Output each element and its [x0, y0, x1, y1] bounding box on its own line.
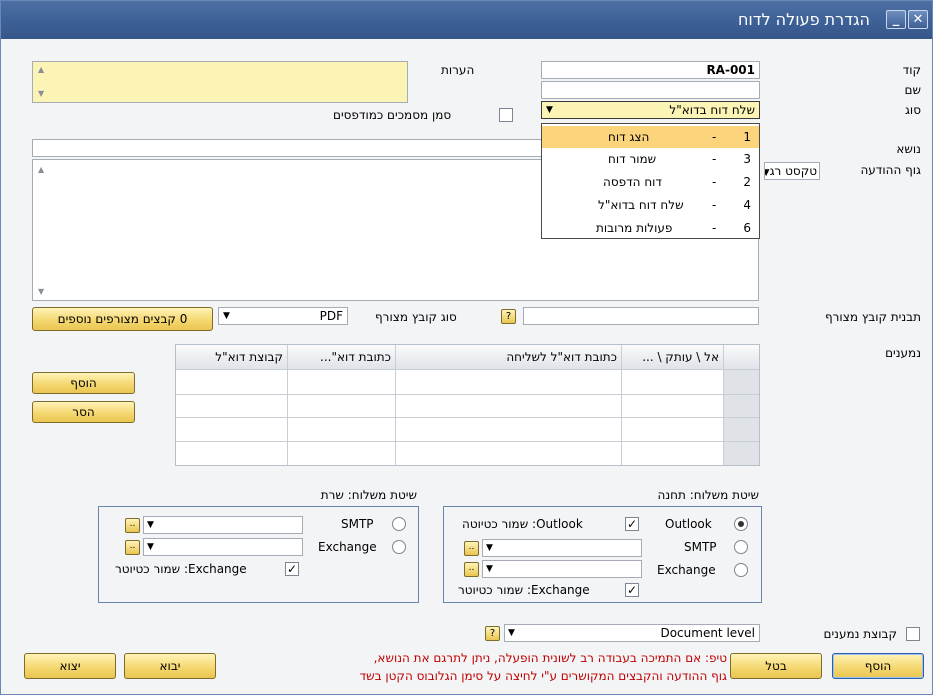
- remove-row-button[interactable]: הסר: [32, 401, 135, 423]
- server-exchange-browse-button[interactable]: ..: [125, 540, 140, 555]
- code-field[interactable]: RA-001: [541, 61, 760, 79]
- station-smtp-select[interactable]: [482, 539, 642, 557]
- station-smtp-label: SMTP: [684, 540, 717, 554]
- attach-template-label: תבנית קובץ מצורף: [824, 310, 921, 324]
- dropdown-item[interactable]: דוח הדפסה - 2: [542, 171, 759, 193]
- server-smtp-select[interactable]: [143, 516, 303, 534]
- notes-textarea[interactable]: [32, 61, 408, 103]
- type-select[interactable]: שלח דוח בדוא"ל: [541, 101, 760, 119]
- dropdown-item[interactable]: פעולות מרובות - 6: [542, 217, 759, 239]
- more-attachments-button[interactable]: 0 קבצים מצורפים נוספים: [32, 307, 213, 331]
- add-button[interactable]: הוסף: [832, 653, 924, 679]
- table-col-line: [287, 345, 288, 465]
- export-button[interactable]: יצוא: [24, 653, 116, 679]
- server-exchange-chevron-icon[interactable]: ▼: [147, 539, 154, 555]
- notes-scroll-up-icon[interactable]: ▲: [38, 65, 44, 74]
- tip-line-1: טיפ: אם התמיכה בעבודה רב לשונית הופעלה, …: [373, 651, 727, 665]
- station-group-title: שיטת משלוח: תחנה: [657, 488, 759, 502]
- dropdown-item[interactable]: שמור דוח - 3: [542, 148, 759, 170]
- type-select-value: שלח דוח בדוא"ל: [669, 103, 755, 117]
- outlook-radio[interactable]: [734, 517, 748, 531]
- station-smtp-chevron-icon[interactable]: ▼: [486, 540, 493, 556]
- cancel-button[interactable]: בטל: [730, 653, 822, 679]
- body-format-value: טקסט רג: [769, 164, 817, 178]
- help-icon[interactable]: ?: [501, 309, 516, 324]
- name-label: שם: [904, 83, 921, 97]
- table-row-line: [176, 369, 759, 370]
- server-exchange-select[interactable]: [143, 538, 303, 556]
- table-col-line: [395, 345, 396, 465]
- server-smtp-chevron-icon[interactable]: ▼: [147, 517, 154, 533]
- body-scroll-down-icon[interactable]: ▼: [38, 287, 44, 296]
- attach-type-select[interactable]: PDF: [218, 307, 348, 325]
- station-exchange-radio[interactable]: [734, 563, 748, 577]
- type-dropdown-arrow-icon[interactable]: ▼: [546, 102, 553, 118]
- recipients-table: קבוצת דוא"ל כתובת דוא"... כתובת דוא"ל לש…: [175, 344, 760, 466]
- outlook-save-label: Outlook: שמור כטיוטה: [462, 517, 583, 531]
- station-exchange-chevron-icon[interactable]: ▼: [486, 561, 493, 577]
- type-label: סוג: [904, 103, 921, 117]
- mark-printed-checkbox[interactable]: [499, 108, 513, 122]
- attach-type-label: סוג קובץ מצורף: [375, 310, 457, 324]
- server-exchange-label: Exchange: [318, 540, 377, 554]
- table-col-line: [621, 345, 622, 465]
- subject-field[interactable]: [32, 139, 542, 157]
- body-format-select[interactable]: טקסט רג▼: [764, 162, 820, 180]
- body-scroll-up-icon[interactable]: ▲: [38, 165, 44, 174]
- station-exchange-select[interactable]: [482, 560, 642, 578]
- table-row-line: [176, 394, 759, 395]
- recipients-group-label: קבוצת נמענים: [823, 627, 897, 641]
- code-label: קוד: [902, 63, 921, 77]
- server-exchange-radio[interactable]: [392, 540, 406, 554]
- close-icon[interactable]: ✕: [908, 10, 928, 29]
- window-title: הגדרת פעולה לדוח: [737, 10, 870, 29]
- minimize-icon[interactable]: _: [886, 10, 906, 29]
- table-row-line: [176, 417, 759, 418]
- server-exchange-save-checkbox[interactable]: ✓: [285, 562, 299, 576]
- dropdown-item[interactable]: הצג דוח - 1: [542, 126, 759, 148]
- station-smtp-radio[interactable]: [734, 540, 748, 554]
- column-header[interactable]: קבוצת דוא"ל: [176, 345, 288, 369]
- doc-level-value: Document level: [660, 626, 755, 640]
- help-icon-2[interactable]: ?: [485, 626, 500, 641]
- doc-level-select[interactable]: Document level: [504, 624, 760, 642]
- server-exchange-save-label: Exchange: שמור כטיוטר: [115, 562, 247, 576]
- name-field[interactable]: [541, 81, 760, 99]
- subject-label: נושא: [896, 142, 921, 156]
- station-smtp-browse-button[interactable]: ..: [464, 541, 479, 556]
- server-smtp-label: SMTP: [341, 517, 374, 531]
- station-exchange-label: Exchange: [657, 563, 716, 577]
- tip-line-2: גוף ההודעה והקבצים המקושרים ע"י לחיצה על…: [359, 669, 727, 683]
- body-label: גוף ההודעה: [860, 163, 921, 177]
- add-row-button[interactable]: הוסף: [32, 372, 135, 394]
- dropdown-item[interactable]: שלח דוח בדוא"ל - 4: [542, 194, 759, 216]
- mark-printed-label: סמן מסמכים כמודפסים: [333, 108, 452, 122]
- notes-label: הערות: [441, 63, 475, 77]
- outlook-save-checkbox[interactable]: ✓: [625, 517, 639, 531]
- table-col-line: [723, 345, 724, 465]
- station-exchange-save-label: Exchange: שמור כטיוטר: [458, 583, 590, 597]
- outlook-label: Outlook: [665, 517, 712, 531]
- column-header[interactable]: אל \ עותק \ ...: [622, 345, 724, 369]
- row-header-corner: [724, 345, 759, 369]
- type-dropdown-menu: הצג דוח - 1 שמור דוח - 3 דוח הדפסה - 2 ש…: [541, 123, 760, 239]
- server-smtp-browse-button[interactable]: ..: [125, 518, 140, 533]
- recipients-label: נמענים: [885, 346, 921, 360]
- dialog-window: הגדרת פעולה לדוח _ ✕ קוד שם סוג נושא גוף…: [0, 0, 933, 695]
- import-button[interactable]: יבוא: [124, 653, 216, 679]
- server-group-title: שיטת משלוח: שרת: [320, 488, 417, 502]
- attach-type-value: PDF: [319, 309, 343, 323]
- table-row-line: [176, 441, 759, 442]
- column-header[interactable]: כתובת דוא"ל לשליחה: [396, 345, 622, 369]
- attach-type-chevron-icon[interactable]: ▼: [223, 308, 230, 324]
- title-bar: הגדרת פעולה לדוח _ ✕: [1, 1, 932, 39]
- recipients-group-checkbox[interactable]: [906, 627, 920, 641]
- station-exchange-save-checkbox[interactable]: ✓: [625, 583, 639, 597]
- notes-scroll-down-icon[interactable]: ▼: [38, 89, 44, 98]
- attach-template-field[interactable]: [523, 307, 759, 325]
- server-smtp-radio[interactable]: [392, 517, 406, 531]
- station-exchange-browse-button[interactable]: ..: [464, 562, 479, 577]
- column-header[interactable]: כתובת דוא"...: [288, 345, 396, 369]
- doc-level-chevron-icon[interactable]: ▼: [508, 625, 515, 641]
